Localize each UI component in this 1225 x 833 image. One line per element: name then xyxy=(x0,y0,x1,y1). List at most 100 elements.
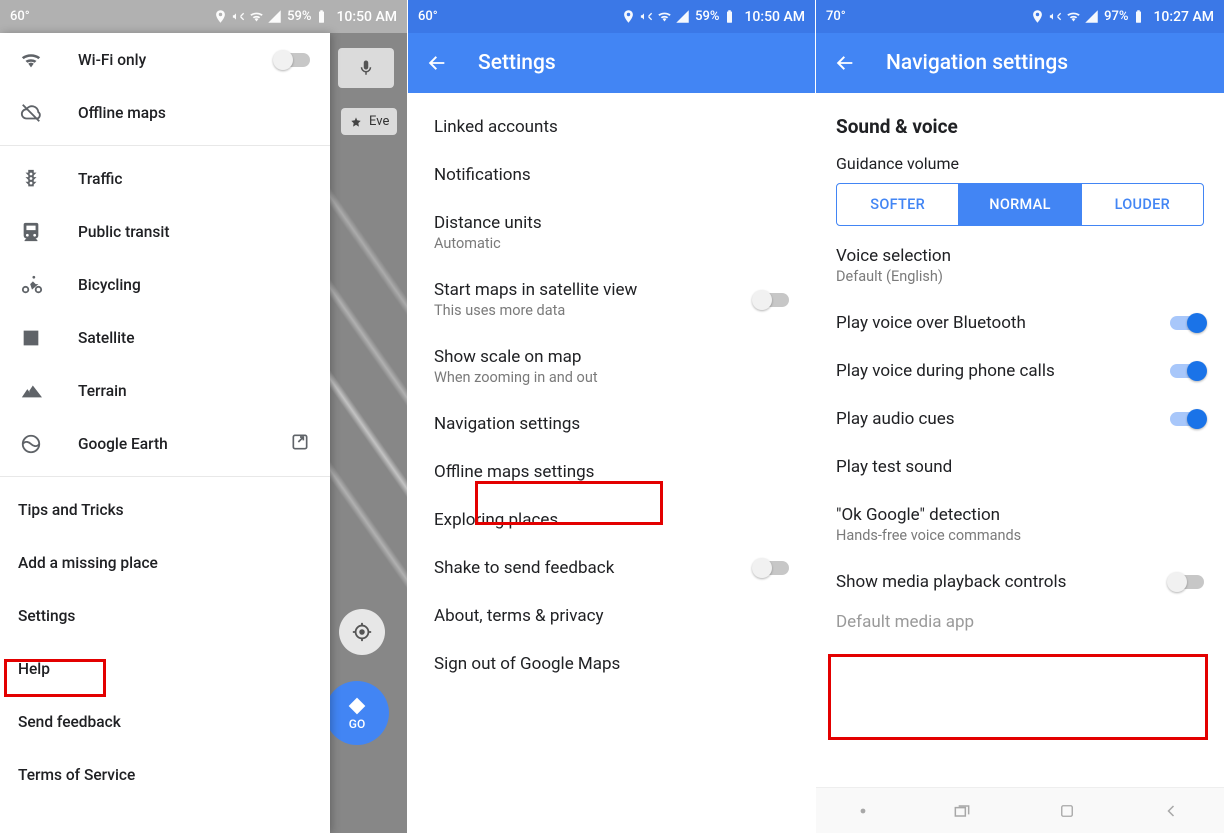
bluetooth-toggle[interactable] xyxy=(1170,316,1204,330)
calls-toggle[interactable] xyxy=(1170,364,1204,378)
traffic-icon xyxy=(20,168,42,190)
guidance-label: Guidance volume xyxy=(816,148,1224,183)
cell-icon xyxy=(1084,9,1099,24)
status-icons: 97% 10:27 AM xyxy=(1030,9,1214,25)
highlight-settings xyxy=(4,659,106,697)
row-test-sound[interactable]: Play test sound xyxy=(816,443,1224,491)
wifi-icon xyxy=(1066,9,1081,24)
row-phone-calls[interactable]: Play voice during phone calls xyxy=(816,347,1224,395)
row-audio-cues[interactable]: Play audio cues xyxy=(816,395,1224,443)
row-navigation-settings[interactable]: Navigation settings xyxy=(408,400,815,448)
location-icon xyxy=(213,9,228,24)
drawer-tos[interactable]: Terms of Service xyxy=(0,748,330,801)
status-battery: 59% xyxy=(287,9,311,24)
status-temp: 60° xyxy=(10,9,30,24)
nav-dot-icon[interactable] xyxy=(859,807,867,815)
row-bluetooth[interactable]: Play voice over Bluetooth xyxy=(816,299,1224,347)
row-shake-feedback[interactable]: Shake to send feedback xyxy=(408,544,815,592)
phone-drawer-screen: 60° 59% 10:50 AM Eve GO xyxy=(0,0,408,833)
status-time: 10:27 AM xyxy=(1153,9,1214,25)
cell-icon xyxy=(267,9,282,24)
vibrate-icon xyxy=(231,9,246,24)
status-icons: 59% 10:50 AM xyxy=(621,9,805,25)
drawer-tips[interactable]: Tips and Tricks xyxy=(0,483,330,536)
drawer-label: Send feedback xyxy=(18,713,121,731)
status-temp: 70° xyxy=(826,9,846,24)
volume-segmented: SOFTER NORMAL LOUDER xyxy=(836,183,1204,226)
my-location-button[interactable] xyxy=(339,609,385,655)
drawer-terrain[interactable]: Terrain xyxy=(0,364,330,417)
row-voice-selection[interactable]: Voice selectionDefault (English) xyxy=(816,232,1224,299)
row-linked-accounts[interactable]: Linked accounts xyxy=(408,103,815,151)
voice-search-button[interactable] xyxy=(338,48,394,88)
drawer-traffic[interactable]: Traffic xyxy=(0,152,330,205)
go-label: GO xyxy=(349,717,365,731)
divider xyxy=(0,476,330,477)
nav-drawer: Wi-Fi only Offline maps Traffic Public t… xyxy=(0,33,330,833)
back-arrow-icon[interactable] xyxy=(426,52,448,74)
bike-icon xyxy=(20,274,44,296)
row-default-media-app: Default media app xyxy=(816,606,1224,646)
status-time: 10:50 AM xyxy=(336,9,397,25)
seg-louder[interactable]: LOUDER xyxy=(1081,184,1203,225)
location-icon xyxy=(1030,9,1045,24)
drawer-feedback[interactable]: Send feedback xyxy=(0,695,330,748)
row-media-controls[interactable]: Show media playback controls xyxy=(816,558,1224,606)
wifi-only-toggle[interactable] xyxy=(276,53,310,67)
divider xyxy=(0,145,330,146)
train-icon xyxy=(20,221,42,243)
wifi-icon xyxy=(20,49,42,71)
battery-icon xyxy=(722,9,737,24)
drawer-label: Traffic xyxy=(78,170,122,188)
nav-home-icon[interactable] xyxy=(1058,802,1076,820)
media-toggle[interactable] xyxy=(1170,575,1204,589)
drawer-bicycling[interactable]: Bicycling xyxy=(0,258,330,311)
satellite-toggle[interactable] xyxy=(755,293,789,307)
drawer-label: Tips and Tricks xyxy=(18,501,124,519)
settings-list: Linked accounts Notifications Distance u… xyxy=(408,93,815,688)
drawer-satellite[interactable]: Satellite xyxy=(0,311,330,364)
highlight-nav-settings xyxy=(475,481,663,525)
drawer-settings[interactable]: Settings xyxy=(0,589,330,642)
search-chip[interactable]: Eve xyxy=(341,108,397,135)
drawer-label: Wi-Fi only xyxy=(78,51,146,69)
go-button[interactable]: GO xyxy=(325,681,389,745)
row-ok-google[interactable]: "Ok Google" detectionHands-free voice co… xyxy=(816,491,1224,558)
cloud-off-icon xyxy=(20,102,42,124)
mic-icon xyxy=(357,57,375,79)
row-scale[interactable]: Show scale on mapWhen zooming in and out xyxy=(408,333,815,400)
status-battery: 59% xyxy=(695,9,719,24)
page-title: Navigation settings xyxy=(886,51,1068,75)
row-about[interactable]: About, terms & privacy xyxy=(408,592,815,640)
cues-toggle[interactable] xyxy=(1170,412,1204,426)
nav-recents-icon[interactable] xyxy=(952,801,972,821)
status-bar: 70° 97% 10:27 AM xyxy=(816,0,1224,33)
drawer-label: Bicycling xyxy=(78,276,141,294)
open-in-new-icon xyxy=(290,432,310,452)
seg-softer[interactable]: SOFTER xyxy=(837,184,958,225)
back-arrow-icon[interactable] xyxy=(834,52,856,74)
drawer-label: Terrain xyxy=(78,382,127,400)
app-bar: Navigation settings xyxy=(816,33,1224,93)
seg-normal[interactable]: NORMAL xyxy=(958,184,1080,225)
drawer-public-transit[interactable]: Public transit xyxy=(0,205,330,258)
app-bar: Settings xyxy=(408,33,815,93)
status-bar: 60° 59% 10:50 AM xyxy=(408,0,815,33)
status-temp: 60° xyxy=(418,9,438,24)
shake-toggle[interactable] xyxy=(755,561,789,575)
drawer-google-earth[interactable]: Google Earth xyxy=(0,417,330,470)
status-battery: 97% xyxy=(1104,9,1128,24)
row-notifications[interactable]: Notifications xyxy=(408,151,815,199)
drawer-add-place[interactable]: Add a missing place xyxy=(0,536,330,589)
drawer-label: Offline maps xyxy=(78,104,166,122)
row-satellite-start[interactable]: Start maps in satellite viewThis uses mo… xyxy=(408,266,815,333)
row-distance-units[interactable]: Distance unitsAutomatic xyxy=(408,199,815,266)
nav-back-icon[interactable] xyxy=(1161,801,1181,821)
drawer-offline-maps[interactable]: Offline maps xyxy=(0,86,330,139)
drawer-label: Settings xyxy=(18,607,75,625)
row-signout[interactable]: Sign out of Google Maps xyxy=(408,640,815,688)
status-icons: 59% 10:50 AM xyxy=(213,9,397,25)
battery-icon xyxy=(314,9,329,24)
drawer-wifi-only[interactable]: Wi-Fi only xyxy=(0,33,330,86)
wifi-icon xyxy=(657,9,672,24)
